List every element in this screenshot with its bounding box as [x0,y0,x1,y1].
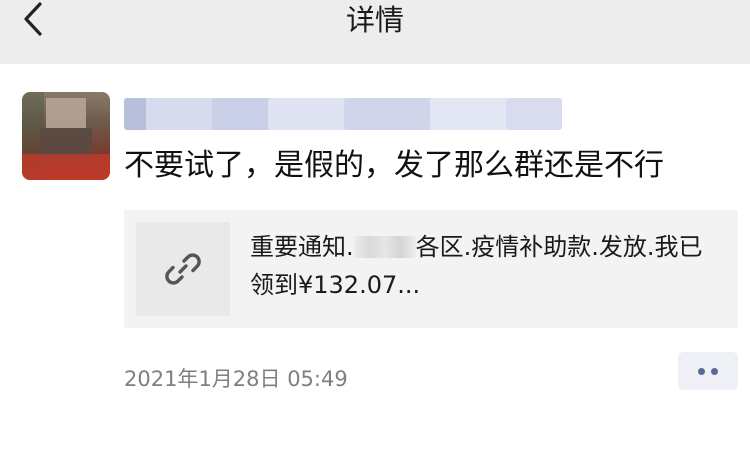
more-dots-icon [698,368,705,375]
author-name-blurred[interactable] [124,98,564,130]
shared-link-card[interactable]: 重要通知. 各区.疫情补助款.发放.我已领到¥132.07... [124,210,738,328]
more-actions-button[interactable] [678,352,738,390]
post-message: 不要试了，是假的，发了那么群还是不行 [124,148,664,183]
avatar[interactable] [22,92,110,180]
more-dot [711,368,718,375]
link-title: 重要通知. 各区.疫情补助款.发放.我已领到¥132.07... [250,228,722,304]
header-bar: 详情 [0,0,750,64]
link-text-part1: 重要通知. [250,233,354,261]
post-timestamp: 2021年1月28日 05:49 [124,367,348,391]
page-title: 详情 [345,3,404,37]
link-thumbnail [136,222,230,316]
redacted-area [353,236,416,258]
link-icon [165,253,201,285]
